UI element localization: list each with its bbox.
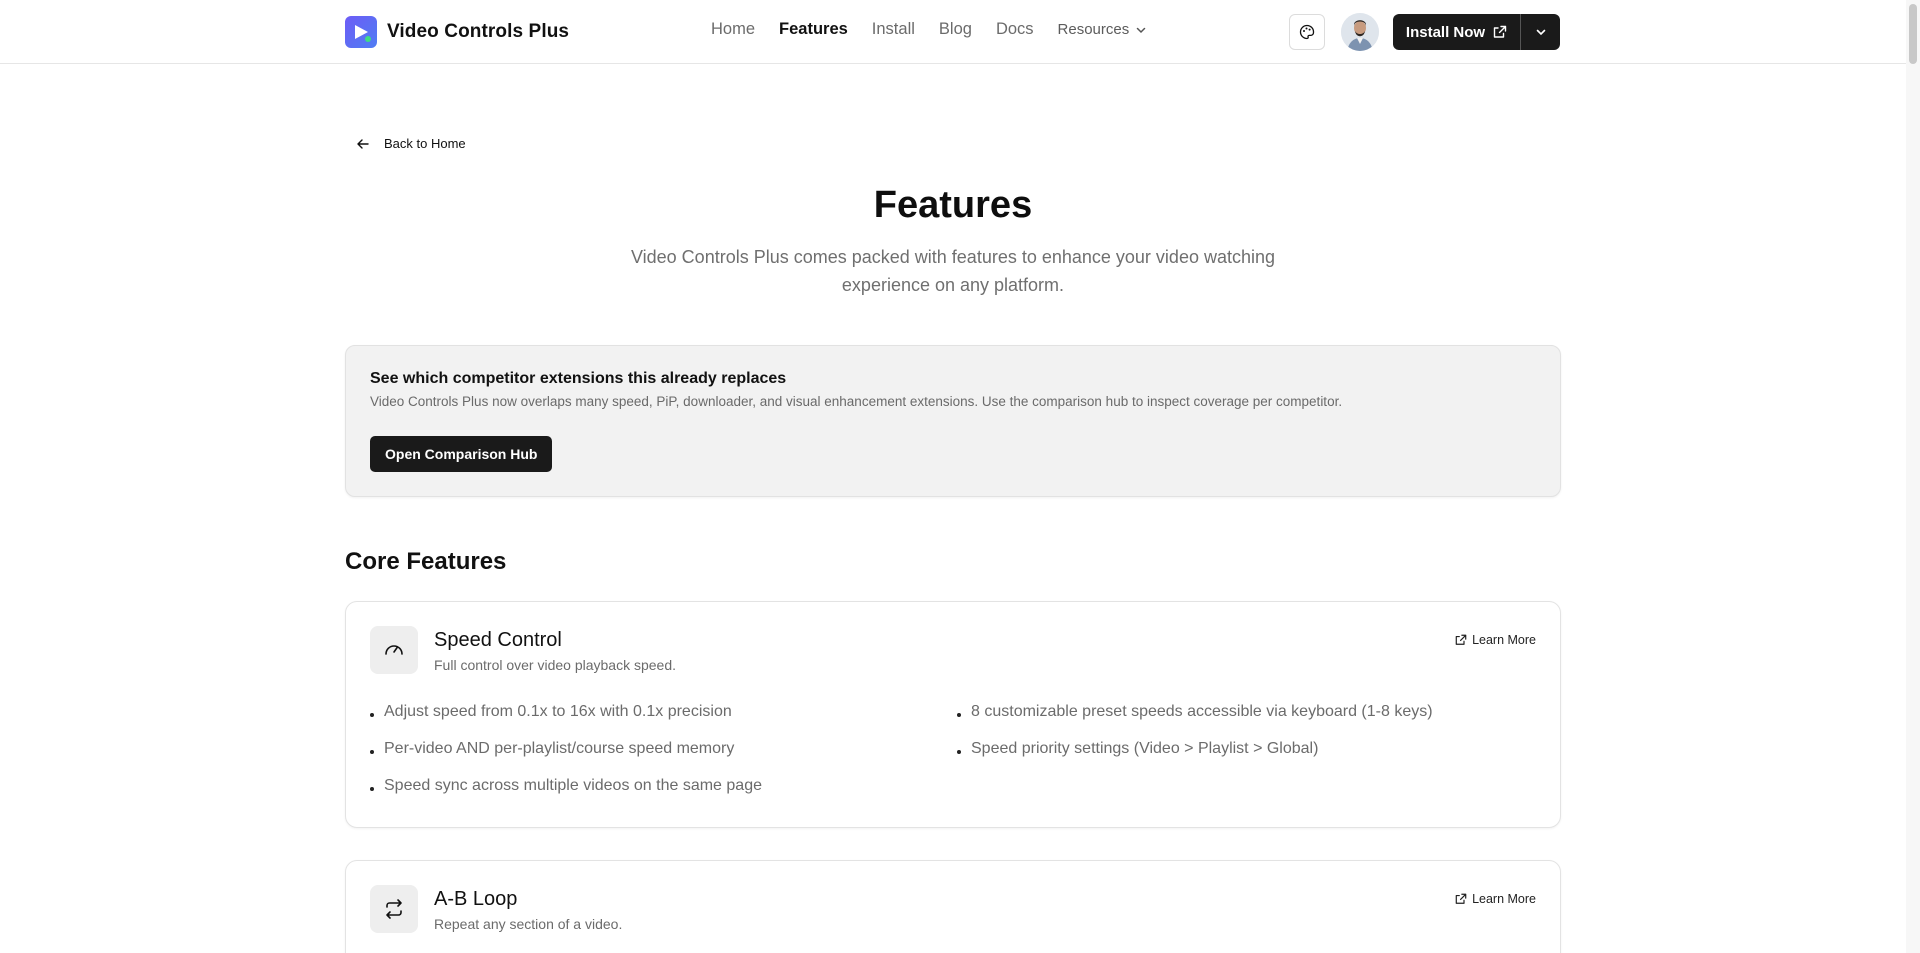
bullet-text: Speed priority settings (Video > Playlis… bbox=[971, 739, 1319, 757]
install-now-label: Install Now bbox=[1405, 23, 1486, 41]
page-subtitle: Video Controls Plus comes packed with fe… bbox=[630, 247, 1276, 295]
external-link-icon bbox=[1455, 893, 1467, 904]
nav-features[interactable]: Features bbox=[779, 20, 848, 39]
comparison-title: See which competitor extensions this alr… bbox=[370, 370, 787, 387]
open-comparison-hub-button[interactable]: Open Comparison Hub bbox=[370, 436, 553, 472]
nav-home[interactable]: Home bbox=[711, 20, 755, 39]
section-title-core-features: Core Features bbox=[345, 548, 507, 575]
gauge-icon bbox=[385, 645, 403, 655]
scrollbar-thumb[interactable] bbox=[1909, 4, 1917, 64]
back-to-home-label: Back to Home bbox=[384, 136, 466, 151]
install-now-button[interactable]: Install Now bbox=[1393, 14, 1520, 50]
nav-docs[interactable]: Docs bbox=[996, 20, 1034, 39]
page-scrollbar[interactable] bbox=[1906, 0, 1920, 953]
feature-icon-box bbox=[370, 885, 418, 933]
feature-icon-box bbox=[370, 626, 418, 674]
brand-name: Video Controls Plus bbox=[387, 21, 570, 42]
feature-title: Speed Control bbox=[434, 629, 562, 651]
learn-more-label: Learn More bbox=[1472, 633, 1536, 647]
nav-resources-dropdown[interactable]: Resources bbox=[1058, 21, 1148, 38]
list-item: Adjust speed from 0.1x to 16x with 0.1x … bbox=[370, 701, 957, 722]
list-item: Per-video AND per-playlist/course speed … bbox=[370, 738, 957, 759]
chevron-down-icon bbox=[1136, 27, 1146, 33]
nav-resources-label: Resources bbox=[1057, 21, 1130, 38]
comparison-callout: See which competitor extensions this alr… bbox=[345, 345, 1561, 497]
page-title: Features bbox=[873, 184, 1033, 226]
feature-description: Full control over video playback speed. bbox=[434, 657, 677, 673]
user-avatar[interactable] bbox=[1341, 13, 1379, 51]
avatar-image bbox=[1341, 13, 1379, 51]
repeat-icon bbox=[386, 899, 402, 919]
list-item: 8 customizable preset speeds accessible … bbox=[957, 701, 1538, 722]
feature-card-ab-loop: A-B Loop Repeat any section of a video. … bbox=[345, 860, 1561, 953]
bullet-text: Adjust speed from 0.1x to 16x with 0.1x … bbox=[384, 702, 732, 720]
feature-title: A-B Loop bbox=[434, 888, 518, 910]
install-options-dropdown-button[interactable] bbox=[1520, 14, 1560, 50]
list-item: Speed sync across multiple videos on the… bbox=[370, 775, 957, 796]
bullet-text: Speed sync across multiple videos on the… bbox=[384, 776, 762, 794]
theme-toggle-button[interactable] bbox=[1289, 14, 1325, 50]
palette-icon bbox=[1299, 24, 1315, 40]
list-item: Speed priority settings (Video > Playlis… bbox=[957, 738, 1538, 759]
brand-logo-icon bbox=[345, 16, 377, 48]
top-navigation-bar: Video Controls Plus Home Features Instal… bbox=[0, 0, 1920, 64]
back-to-home-link[interactable]: Back to Home bbox=[356, 136, 466, 151]
main-nav: Home Features Install Blog Docs Resource… bbox=[711, 20, 1147, 39]
brand-link[interactable]: Video Controls Plus bbox=[345, 16, 569, 48]
learn-more-label: Learn More bbox=[1472, 892, 1536, 906]
chevron-down-icon bbox=[1536, 29, 1545, 36]
learn-more-link[interactable]: Learn More bbox=[1455, 633, 1536, 647]
nav-install[interactable]: Install bbox=[872, 20, 915, 39]
arrow-left-icon bbox=[357, 138, 369, 149]
feature-description: Repeat any section of a video. bbox=[434, 916, 623, 932]
learn-more-link[interactable]: Learn More bbox=[1455, 892, 1536, 906]
feature-bullet-list: Adjust speed from 0.1x to 16x with 0.1x … bbox=[370, 701, 1538, 796]
install-button-group: Install Now bbox=[1393, 14, 1560, 50]
external-link-icon bbox=[1493, 25, 1507, 38]
feature-card-speed-control: Speed Control Full control over video pl… bbox=[345, 601, 1561, 828]
comparison-description: Video Controls Plus now overlaps many sp… bbox=[370, 394, 1343, 409]
bullet-text: 8 customizable preset speeds accessible … bbox=[971, 702, 1433, 720]
external-link-icon bbox=[1455, 634, 1467, 645]
bullet-text: Per-video AND per-playlist/course speed … bbox=[384, 739, 735, 757]
nav-blog[interactable]: Blog bbox=[939, 20, 972, 39]
